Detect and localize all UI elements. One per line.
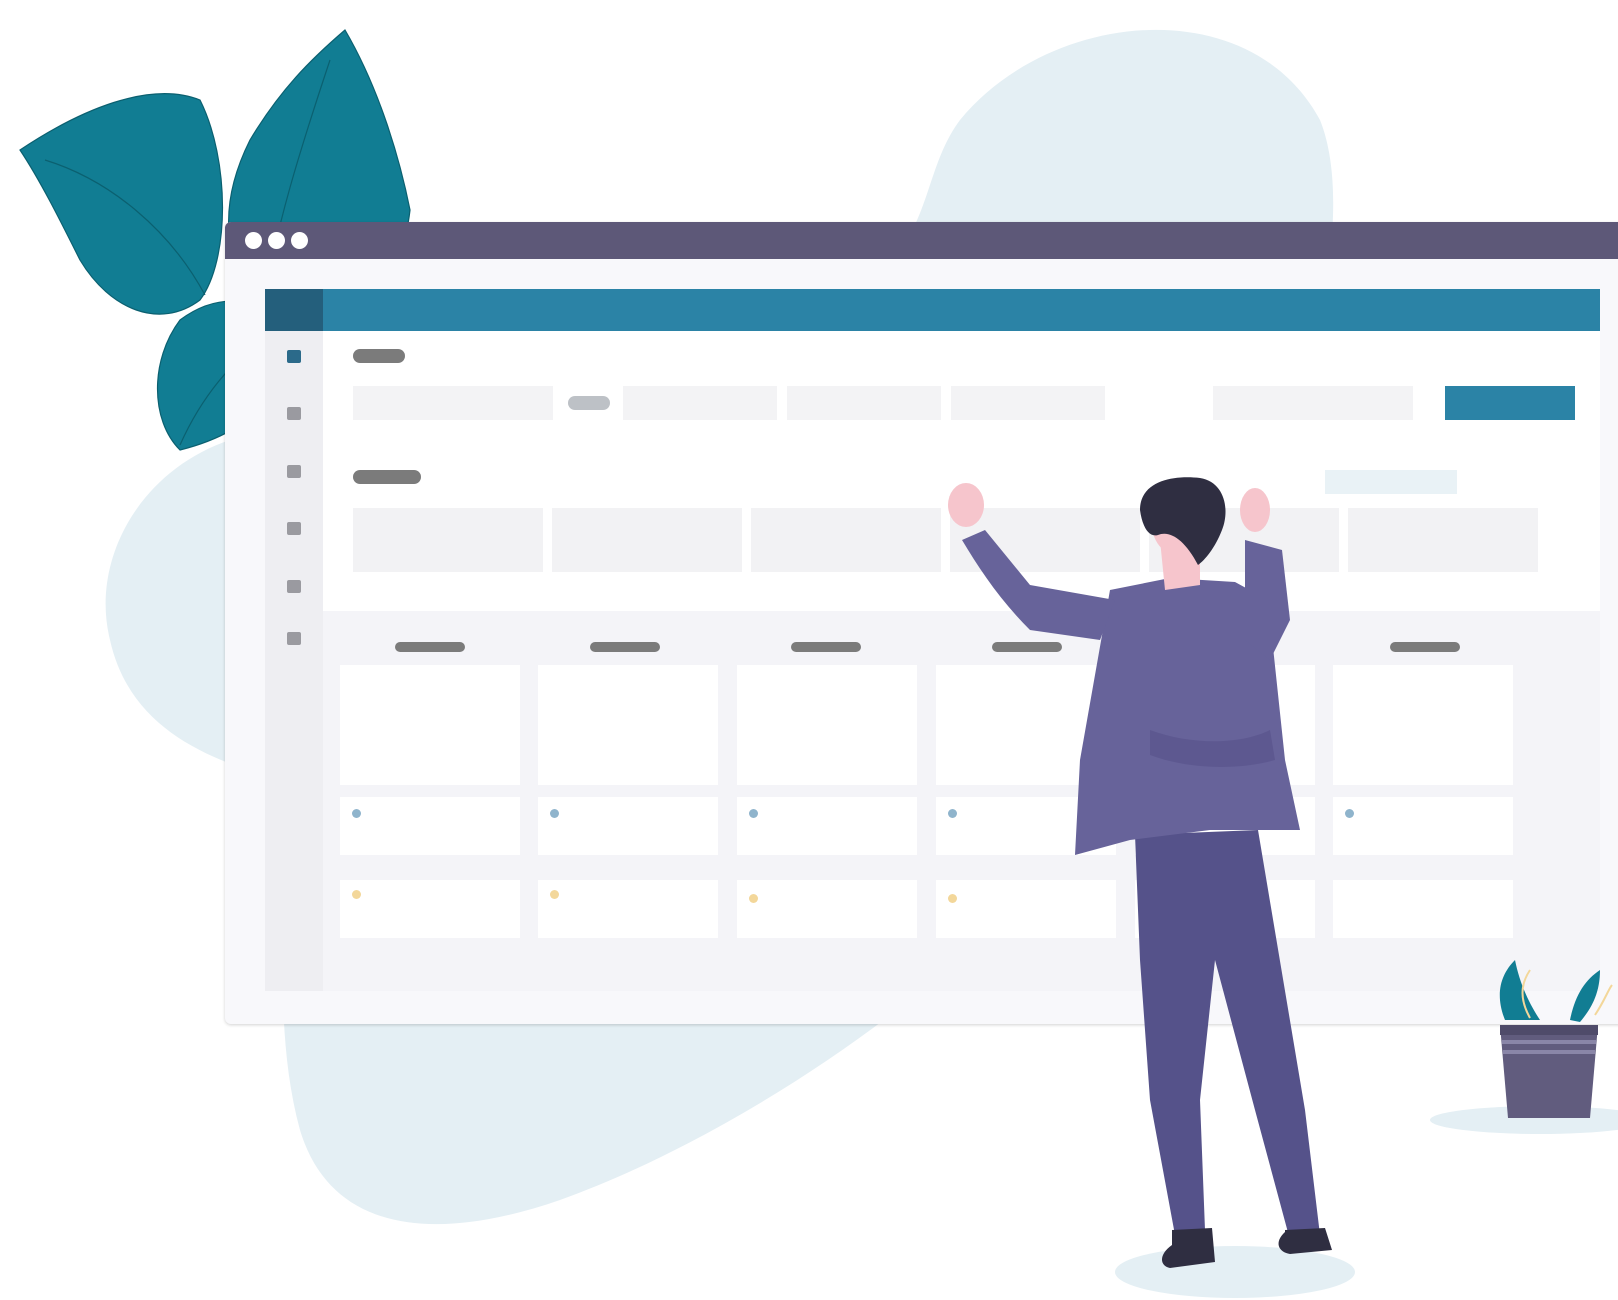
person-illustration — [948, 477, 1332, 1268]
plant-pot-icon — [1499, 960, 1613, 1118]
foreground-illustration — [948, 477, 1613, 1268]
